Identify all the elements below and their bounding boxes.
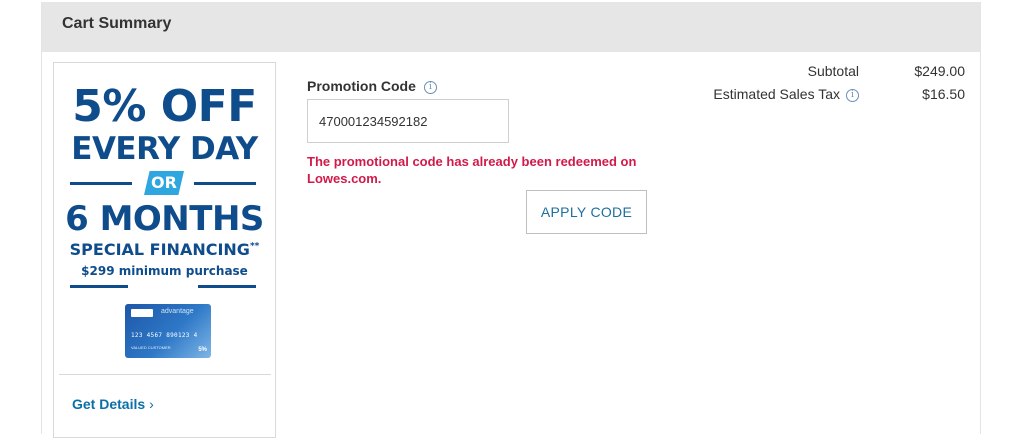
promo-special-financing: SPECIAL FINANCING** xyxy=(54,240,275,259)
lowes-logo-icon xyxy=(131,309,153,317)
divider-rule xyxy=(70,182,132,185)
card-holder: VALUED CUSTOMER xyxy=(131,345,171,350)
divider-rule xyxy=(198,285,256,288)
sales-tax-label: Estimated Sales Tax i xyxy=(713,86,859,102)
promotion-error-message: The promotional code has already been re… xyxy=(307,154,637,186)
sales-tax-label-text: Estimated Sales Tax xyxy=(713,86,840,102)
financing-promo-banner: 5% OFF EVERY DAY OR 6 MONTHS SPECIAL FIN… xyxy=(53,62,276,438)
promo-headline-discount: 5% OFF xyxy=(72,81,257,132)
promotion-code-label: Promotion Code i xyxy=(307,78,437,94)
special-financing-text: SPECIAL FINANCING xyxy=(69,240,250,259)
info-icon[interactable]: i xyxy=(423,80,437,94)
promotion-code-input[interactable] xyxy=(307,99,509,143)
or-badge: OR xyxy=(144,171,184,195)
promo-or-divider: OR xyxy=(70,171,256,195)
get-details-link[interactable]: Get Details › xyxy=(72,396,154,412)
divider-rule xyxy=(194,182,256,185)
card-brand: advantage xyxy=(161,308,194,315)
chevron-right-icon: › xyxy=(149,396,154,412)
divider-rule xyxy=(70,285,128,288)
promo-bottom-rule xyxy=(70,285,256,288)
page-title: Cart Summary xyxy=(62,15,172,32)
promo-headline-everyday: EVERY DAY xyxy=(71,131,258,167)
promotion-code-label-text: Promotion Code xyxy=(307,78,416,94)
promo-headline-months: 6 MONTHS xyxy=(65,199,264,239)
get-details-label: Get Details xyxy=(72,396,146,412)
cart-summary-panel: Cart Summary 5% OFF EVERY DAY OR 6 MONTH… xyxy=(41,2,981,438)
cart-summary-header: Cart Summary xyxy=(42,2,980,52)
sales-tax-row: Estimated Sales Tax i $16.50 xyxy=(665,86,965,104)
card-badge: 5% xyxy=(198,347,207,353)
subtotal-label: Subtotal xyxy=(807,63,859,79)
subtotal-value: $249.00 xyxy=(914,63,965,79)
card-number: 123 4567 890123 4 xyxy=(131,332,198,339)
promo-minimum-purchase: $299 minimum purchase xyxy=(81,264,248,278)
credit-card-image: advantage 123 4567 890123 4 VALUED CUSTO… xyxy=(125,304,211,358)
footnote-marker: ** xyxy=(249,241,260,252)
sales-tax-value: $16.50 xyxy=(922,86,965,102)
promo-divider xyxy=(59,374,271,375)
apply-code-button[interactable]: APPLY CODE xyxy=(526,190,647,234)
info-icon[interactable]: i xyxy=(846,88,859,102)
subtotal-row: Subtotal $249.00 xyxy=(665,63,965,81)
